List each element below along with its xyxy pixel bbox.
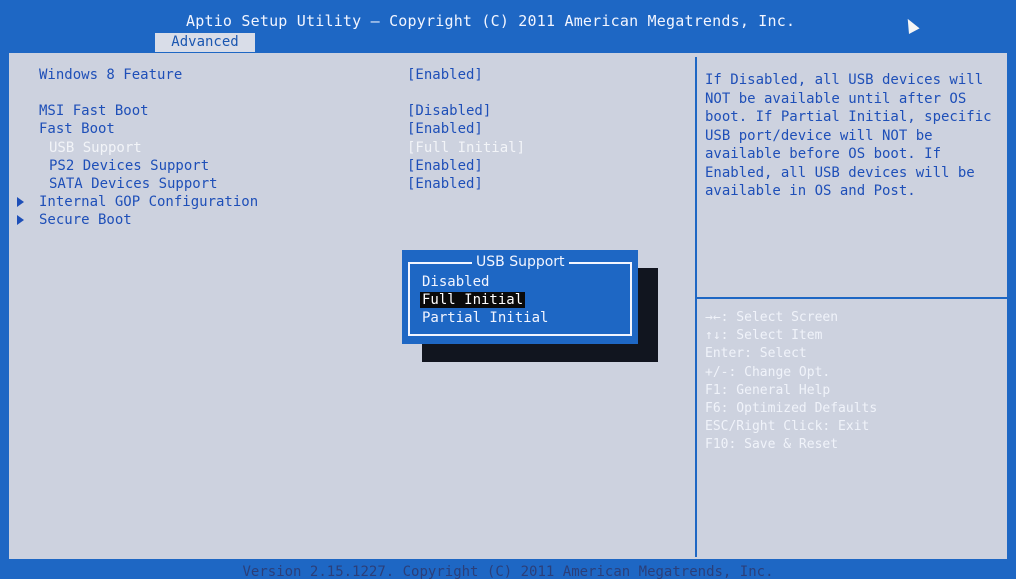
setting-label: SATA Devices Support: [49, 176, 218, 192]
setting-value[interactable]: [Disabled]: [407, 103, 491, 119]
version-footer: Version 2.15.1227. Copyright (C) 2011 Am…: [242, 564, 774, 579]
setting-label: USB Support: [49, 140, 142, 156]
key-hint: ESC/Right Click: Exit: [705, 419, 870, 435]
usb-support-popup: USB Support Disabled Full Initial Partia…: [402, 250, 638, 344]
mouse-cursor-icon: [902, 16, 920, 34]
setting-value[interactable]: [Enabled]: [407, 176, 483, 192]
setting-value[interactable]: [Enabled]: [407, 158, 483, 174]
popup-option-full-initial[interactable]: Full Initial: [420, 292, 526, 308]
tab-advanced[interactable]: Advanced: [155, 33, 255, 52]
setting-label: MSI Fast Boot: [39, 103, 149, 119]
setting-value[interactable]: [Enabled]: [407, 67, 483, 83]
setting-label: Secure Boot: [39, 212, 132, 228]
setting-label: PS2 Devices Support: [49, 158, 210, 174]
submenu-secure-boot[interactable]: Secure Boot: [17, 212, 132, 276]
setting-label: Windows 8 Feature: [39, 67, 183, 83]
key-hint: →←: Select Screen: [705, 310, 839, 325]
setting-value[interactable]: [Full Initial]: [407, 140, 525, 156]
popup-option-disabled[interactable]: Disabled: [420, 274, 491, 290]
submenu-arrow-icon: [17, 197, 24, 207]
key-hint: F1: General Help: [705, 382, 831, 398]
title-bar: Aptio Setup Utility – Copyright (C) 2011…: [0, 0, 1016, 52]
setting-value[interactable]: [Enabled]: [407, 121, 483, 137]
help-separator: [697, 297, 1007, 299]
key-hint: ↑↓: Select Item: [705, 328, 823, 344]
utility-title: Aptio Setup Utility – Copyright (C) 2011…: [186, 12, 796, 30]
popup-option-partial-initial[interactable]: Partial Initial: [420, 310, 550, 326]
key-legend: →←: Select Screen ↑↓: Select Item Enter:…: [705, 309, 877, 455]
submenu-arrow-icon: [17, 215, 24, 225]
key-hint: Enter: Select: [705, 346, 807, 362]
help-panel: If Disabled, all USB devices will NOT be…: [697, 53, 1007, 559]
key-hint: F6: Optimized Defaults: [705, 401, 878, 417]
key-hint: +/-: Change Opt.: [705, 364, 831, 380]
help-description: If Disabled, all USB devices will NOT be…: [705, 72, 992, 199]
setting-label: Fast Boot: [39, 121, 115, 137]
key-hint: F10: Save & Reset: [705, 437, 839, 453]
popup-title: USB Support: [472, 254, 569, 270]
setting-label: Internal GOP Configuration: [39, 194, 259, 210]
